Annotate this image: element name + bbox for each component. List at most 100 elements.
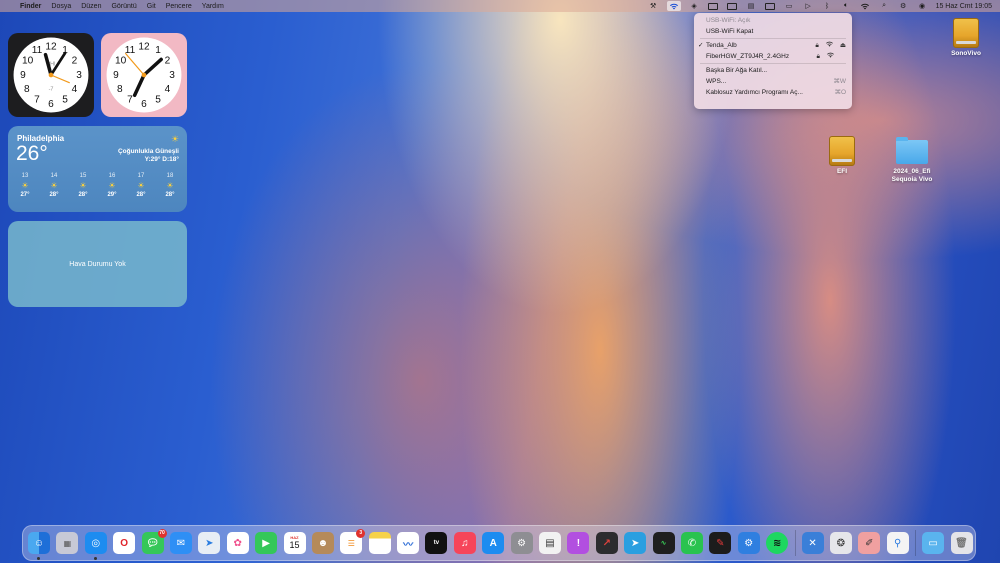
volume-icon[interactable]: 🔈︎ — [841, 2, 852, 10]
activity-monitor-icon[interactable]: ∿ — [652, 532, 675, 554]
lock-icon: 🔒︎ — [815, 42, 819, 49]
opera-icon[interactable]: O — [113, 532, 136, 554]
svg-text:4: 4 — [165, 84, 171, 95]
spotify-icon[interactable]: ≋ — [766, 532, 789, 554]
battery-icon[interactable]: ▭ — [784, 2, 795, 10]
join-other-network-item[interactable]: Başka Bir Ağa Katıl... — [694, 65, 852, 76]
mail-icon[interactable]: ✉ — [169, 532, 192, 554]
svg-text:7: 7 — [127, 94, 133, 105]
contacts-icon[interactable]: ☻ — [311, 532, 334, 554]
finder-icon[interactable]: ☺ — [28, 532, 50, 560]
freeform-icon[interactable]: 〰 — [397, 532, 420, 554]
safari-icon[interactable]: ◎ — [84, 532, 107, 560]
menu-datetime[interactable]: 15 Haz Cmt 19:05 — [936, 3, 992, 10]
weather-temperature: 26° — [16, 142, 48, 165]
menu-app-name[interactable]: Finder — [20, 3, 41, 10]
whatsapp-icon[interactable]: ✆ — [680, 532, 703, 554]
wps-label: WPS... — [706, 78, 727, 85]
layers-icon[interactable]: ◈ — [689, 2, 700, 10]
display-icon[interactable] — [708, 2, 719, 10]
calendar-icon[interactable]: HAZ 15 — [283, 532, 306, 554]
svg-text:4: 4 — [72, 84, 78, 95]
hourly-forecast: 13 ☀ 27° 14 ☀ 28° 15 ☀ 28° 16 ☀ 29° 17 ☀ 28° 18 ☀ 28… — [14, 173, 181, 198]
menu-duzen[interactable]: Düzen — [81, 3, 101, 10]
menu-dosya[interactable]: Dosya — [51, 3, 71, 10]
clock-widget-local[interactable]: 12 1 2 345 678 9 10 11 — [101, 33, 187, 117]
eject-icon[interactable]: ⏏ — [840, 40, 846, 51]
svg-text:12: 12 — [138, 41, 150, 52]
notes-icon[interactable] — [368, 532, 391, 554]
reminders-icon[interactable]: ☰ 3 — [340, 529, 366, 554]
apple-tv-icon[interactable]: tv — [425, 532, 448, 554]
forecast-hour: 18 ☀ 28° — [159, 173, 181, 198]
calendar-day: 15 — [289, 540, 300, 550]
svg-text:12: 12 — [45, 41, 57, 52]
folder-label-line2: Sequoia Vivo — [891, 176, 933, 183]
dock-divider — [794, 530, 796, 556]
xcode-icon[interactable]: ✕ — [801, 532, 824, 554]
menu-git[interactable]: Git — [147, 3, 156, 10]
menu-pencere[interactable]: Pencere — [166, 3, 192, 10]
weather-widget[interactable]: Philadelphia 26° ☀ Çoğunlukla Güneşli Y:… — [8, 126, 187, 212]
printer-app-icon[interactable]: ▤ — [539, 532, 562, 554]
editor-icon[interactable]: ✐ — [858, 532, 881, 554]
desktop-drive-efi[interactable]: EFI — [812, 136, 872, 176]
tv-label: tv — [433, 540, 440, 546]
playback-icon[interactable]: ▷ — [803, 2, 814, 10]
sun-icon: ☀ — [166, 181, 174, 190]
wifi-dropdown-menu: USB-WiFi: Açık USB-WiFi Kapat ✓ Tenda_Al… — [694, 13, 852, 109]
clock-face: 12 12 345 678 91011 PHI -7 — [13, 37, 89, 113]
telegram-icon[interactable]: ➤ — [624, 532, 647, 554]
activity-icon[interactable]: ↗ — [595, 532, 618, 554]
music-icon[interactable]: ♫ — [453, 532, 476, 554]
wifi-status-icon[interactable] — [666, 1, 681, 11]
launchpad-icon[interactable]: ▦ — [56, 532, 79, 554]
wifi-icon[interactable] — [860, 2, 871, 10]
hammer-tool-icon[interactable]: ⚒ — [648, 2, 659, 10]
trash-icon[interactable]: 🗑︎ — [950, 532, 973, 554]
keyboard-icon[interactable] — [765, 2, 776, 10]
sun-icon: ☀ — [170, 134, 179, 144]
desktop-drive-sonovivo[interactable]: SonoVivo — [936, 18, 996, 58]
photos-icon[interactable]: ✿ — [226, 532, 249, 554]
menu-divider — [700, 38, 846, 39]
messages-icon[interactable]: 💬︎ 70 — [141, 529, 167, 554]
utility-settings-icon[interactable]: ⚙ — [737, 532, 760, 554]
network-item-tenda[interactable]: ✓ Tenda_Alb 🔒︎ ⏏ — [694, 40, 852, 51]
wireless-utility-label: Kablosuz Yardımcı Programı Aç... — [706, 89, 803, 96]
desktop-folder-efi-sequoia[interactable]: 2024_06_Efi Sequoia Vivo — [882, 136, 942, 184]
drive-icon — [829, 136, 855, 166]
drive-icon — [953, 18, 979, 48]
opencore-icon[interactable]: ❂ — [829, 532, 852, 554]
wireless-utility-item[interactable]: Kablosuz Yardımcı Programı Aç... ⌘O — [694, 87, 852, 98]
wps-item[interactable]: WPS... ⌘W — [694, 76, 852, 87]
system-settings-icon[interactable]: ⚙ — [510, 532, 533, 554]
maps-icon[interactable]: ➤ — [198, 532, 221, 554]
facetime-icon[interactable]: ▶ — [255, 532, 278, 554]
dock-divider — [915, 530, 917, 556]
folder-label-line1: 2024_06_Efi — [893, 168, 931, 175]
network-item-fiberhgw[interactable]: FiberHGW_ZT9J4R_2.4GHz 🔒︎ — [694, 51, 852, 62]
search-icon[interactable]: ⌕ — [879, 2, 890, 10]
clock-widget-philadelphia[interactable]: 12 1 2 345 678 9 10 11 PHI -7 — [8, 33, 94, 117]
sun-icon: ☀ — [21, 181, 29, 190]
window-icon[interactable] — [727, 2, 738, 10]
control-center-icon[interactable]: ⚙ — [898, 2, 909, 10]
hackintool-icon[interactable]: ⚲ — [886, 532, 909, 554]
menu-yardim[interactable]: Yardım — [202, 3, 224, 10]
wifi-toggle-item[interactable]: USB-WiFi Kapat — [694, 26, 852, 37]
forecast-hour: 16 ☀ 29° — [101, 173, 123, 198]
printer-icon[interactable]: ▤ — [746, 2, 757, 10]
bluetooth-icon[interactable]: ᛒ — [822, 2, 833, 10]
weather-widget-empty[interactable]: Hava Durumu Yok — [8, 221, 187, 307]
feedback-icon[interactable]: ! — [567, 532, 590, 554]
downloads-folder-icon[interactable]: ▭ — [922, 532, 945, 554]
signal-icon — [826, 51, 835, 62]
app-store-icon[interactable]: A — [482, 532, 505, 554]
svg-text:3: 3 — [169, 70, 175, 81]
siri-icon[interactable]: ◉ — [917, 2, 928, 10]
forecast-hour: 17 ☀ 28° — [130, 173, 152, 198]
menu-goruntu[interactable]: Görüntü — [111, 3, 136, 10]
pdf-tool-icon[interactable]: ✎ — [709, 532, 732, 554]
forecast-hour: 14 ☀ 28° — [43, 173, 65, 198]
